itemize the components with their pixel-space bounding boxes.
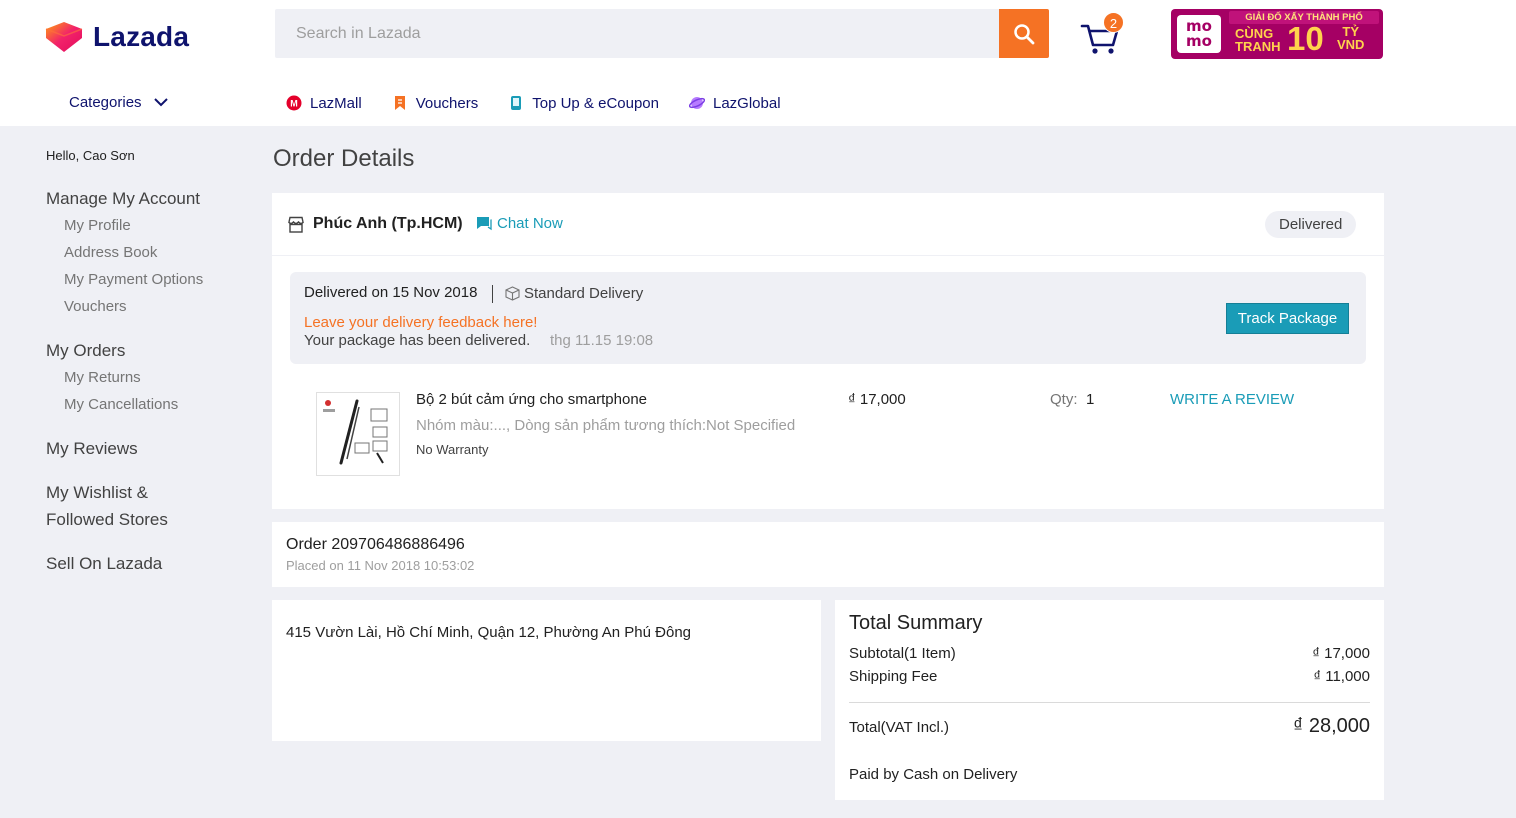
product-name[interactable]: Bộ 2 bút cảm ứng cho smartphone [416,391,647,408]
momo-logo: mo mo [1177,15,1221,53]
lazglobal-icon [689,97,705,109]
chat-icon [477,217,492,231]
lazmall-icon: M [286,95,302,111]
nav-lazglobal[interactable]: LazGlobal [689,92,781,114]
shipping-fee-value: ₫ 11,000 [1313,668,1370,685]
sidebar-item-address-book[interactable]: Address Book [46,239,246,266]
shipping-fee-label: Shipping Fee [849,668,938,685]
nav-links: M LazMall Vouchers Top Up & eCoupon LazG… [286,92,811,114]
total-label: Total(VAT Incl.) [849,719,950,736]
qty-value: 1 [1086,391,1095,408]
cart-count-badge: 2 [1103,12,1124,33]
promo-cung: CÙNG TRANH [1235,26,1281,54]
page-title: Order Details [273,145,415,172]
categories-label: Categories [69,94,142,111]
chat-now-button[interactable]: Chat Now [476,215,563,232]
divider [492,285,493,303]
sidebar-my-reviews[interactable]: My Reviews [46,435,246,462]
package-card: Phúc Anh (Tp.HCM) Chat Now Delivered Del… [272,193,1384,509]
subtotal-value: ₫ 17,000 [1312,645,1370,662]
header: Lazada 2 momo GIẢI ĐỐ XẤY THÀNH PHỐ CÙNG… [0,0,1516,126]
track-package-button[interactable]: Track Package [1226,303,1349,334]
order-number: Order 209706486886496 [286,536,465,553]
search-input[interactable] [275,9,999,58]
product-price: ₫ 17,000 [848,391,906,408]
sidebar-sell-on-lazada[interactable]: Sell On Lazada [46,550,246,577]
shop-row: Phúc Anh (Tp.HCM) Chat Now Delivered [272,193,1384,256]
summary-title: Total Summary [849,612,983,634]
sidebar-item-my-profile[interactable]: My Profile [46,212,246,239]
greeting: Hello, Cao Sơn [46,148,135,163]
subtotal-label: Subtotal(1 Item) [849,645,956,662]
lazada-heart-icon [45,22,83,52]
payment-method: Paid by Cash on Delivery [849,766,1018,783]
order-item: Bộ 2 bút cảm ứng cho smartphone Nhóm màu… [272,376,1384,486]
nav-topup[interactable]: Top Up & eCoupon [508,92,659,114]
voucher-icon [394,96,405,110]
sidebar-item-payment-options[interactable]: My Payment Options [46,266,246,293]
address-card: 415 Vườn Lài, Hồ Chí Minh, Quận 12, Phườ… [272,600,821,741]
sidebar-my-orders[interactable]: My Orders [46,337,246,364]
momo-promo-banner[interactable]: mo mo GIẢI ĐỐ XẤY THÀNH PHỐ CÙNG TRANH 10 … [1171,9,1383,59]
brand-name: Lazada [93,21,190,52]
delivery-type: Standard Delivery [505,285,643,302]
product-thumbnail[interactable] [316,392,400,476]
order-info-card: Order 209706486886496 Placed on 11 Nov 2… [272,522,1384,587]
shop-name[interactable]: Phúc Anh (Tp.HCM) [313,215,463,233]
delivery-feedback-link[interactable]: Leave your delivery feedback here! [304,314,537,331]
delivered-message: Your package has been delivered. [304,332,531,349]
delivered-time: thg 11.15 19:08 [550,332,654,349]
nav-vouchers[interactable]: Vouchers [392,92,478,114]
total-summary-card: Total Summary Subtotal(1 Item) ₫ 17,000 … [835,600,1384,800]
stylus-product-image [317,393,399,475]
sidebar-my-wishlist[interactable]: My Wishlist & Followed Stores [46,479,246,533]
sidebar-item-my-cancellations[interactable]: My Cancellations [46,391,246,418]
write-review-link[interactable]: WRITE A REVIEW [1170,391,1294,408]
product-warranty: No Warranty [416,442,489,457]
search-box [275,9,999,58]
search-button[interactable] [999,9,1049,58]
account-sidebar: Hello, Cao Sơn Manage My Account My Prof… [46,148,246,577]
delivered-on: Delivered on 15 Nov 2018 [304,284,478,301]
status-badge: Delivered [1265,211,1357,238]
divider [849,702,1370,703]
shop-icon [287,216,305,233]
delivery-box-icon [505,286,520,301]
categories-dropdown[interactable]: Categories [69,94,168,111]
nav-lazmall[interactable]: M LazMall [286,92,362,114]
placed-on: Placed on 11 Nov 2018 10:53:02 [286,558,475,573]
chevron-down-icon [153,98,168,107]
topup-icon [511,96,522,110]
lazada-logo[interactable]: Lazada [45,21,189,53]
qty-label: Qty: [1050,391,1078,408]
promo-amount: 10 [1287,20,1324,57]
shipping-address: 415 Vườn Lài, Hồ Chí Minh, Quận 12, Phườ… [286,624,691,641]
delivery-info: Delivered on 15 Nov 2018 Standard Delive… [290,272,1366,364]
promo-unit: TỶ VND [1337,24,1365,52]
total-value: ₫ 28,000 [1293,715,1370,737]
product-variant: Nhóm màu:..., Dòng sản phẩm tương thích:… [416,417,796,434]
svg-text:M: M [290,99,298,109]
search-icon [1014,23,1035,44]
sidebar-item-vouchers[interactable]: Vouchers [46,293,246,320]
sidebar-manage-account[interactable]: Manage My Account [46,185,246,212]
sidebar-item-my-returns[interactable]: My Returns [46,364,246,391]
